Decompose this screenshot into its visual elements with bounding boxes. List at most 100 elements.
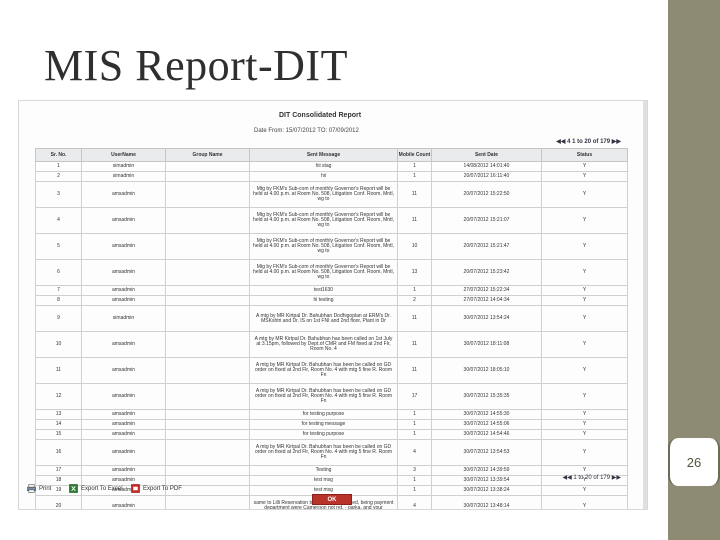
- cell-mobile-count: 1: [397, 475, 432, 486]
- cell-mobile-count: 1: [397, 285, 432, 296]
- cell-username: simadmin: [81, 305, 166, 332]
- export-excel-label: Export To Excel: [81, 485, 123, 492]
- pager-bottom[interactable]: ◀◀ 1 to 20 of 179 ▶▶: [562, 474, 621, 481]
- table-row: 8 amsadmin hi testing 2 27/07/2012 14:04:34 Y: [35, 295, 628, 306]
- cell-status: Y: [541, 439, 628, 466]
- cell-group-name: [165, 207, 250, 234]
- cell-sr-no: 4: [35, 207, 82, 234]
- cell-sr-no: 12: [35, 383, 82, 410]
- table-row: 16 amsadmin A mtg by MR Kirtpal Dr. Bahubh…: [35, 439, 628, 466]
- cell-sent-date: 20/07/2012 16:11:40: [431, 171, 542, 182]
- cell-sent-message: A mtg by MR Kirtpal Dr. Bahubhan has bee…: [249, 357, 398, 384]
- export-pdf-label: Export To PDF: [143, 485, 182, 492]
- printer-icon: [27, 484, 36, 493]
- cell-status: Y: [541, 295, 628, 306]
- cell-mobile-count: 1: [397, 485, 432, 496]
- cell-username: amsadmin: [81, 181, 166, 208]
- next-page-icon[interactable]: ▶▶: [612, 475, 621, 481]
- cell-mobile-count: 1: [397, 161, 432, 172]
- cell-status: Y: [541, 495, 628, 509]
- cell-username: amsadmin: [81, 233, 166, 260]
- first-page-icon[interactable]: ◀◀: [562, 475, 571, 481]
- cell-username: amsadmin: [81, 207, 166, 234]
- cell-username: simadmin: [81, 171, 166, 182]
- column-header[interactable]: Sent Date: [431, 148, 542, 162]
- table-row: 14 amsadmin for testing message 1 30/07/2012…: [35, 419, 628, 430]
- pager-bottom-label: 1 to 20 of 179: [573, 475, 611, 481]
- vertical-scrollbar[interactable]: [643, 101, 647, 509]
- table-row: 12 amsadmin A mtg by MR Kirtpal Dr. Bahubh…: [35, 383, 628, 410]
- cell-mobile-count: 1: [397, 419, 432, 430]
- cell-username: amsadmin: [81, 383, 166, 410]
- table-row: 4 amsadmin Mtg by FKM's Sub-com of monthly…: [35, 207, 628, 234]
- cell-group-name: [165, 305, 250, 332]
- cell-sr-no: 7: [35, 285, 82, 296]
- cell-sent-date: 30/07/2012 13:38:24: [431, 485, 542, 496]
- cell-sent-date: 30/07/2012 13:54:24: [431, 305, 542, 332]
- cell-username: amsadmin: [81, 285, 166, 296]
- cell-sr-no: 1: [35, 161, 82, 172]
- cell-sr-no: 9: [35, 305, 82, 332]
- cell-group-name: [165, 295, 250, 306]
- cell-mobile-count: 4: [397, 439, 432, 466]
- column-header[interactable]: UserName: [81, 148, 166, 162]
- cell-username: amsadmin: [81, 495, 166, 509]
- cell-sent-date: 20/07/2012 15:21:47: [431, 233, 542, 260]
- cell-mobile-count: 2: [397, 295, 432, 306]
- column-header[interactable]: Status: [541, 148, 628, 162]
- table-header-row: Sr. No. UserName Group Name Sent Message…: [35, 148, 628, 162]
- cell-sr-no: 17: [35, 465, 82, 476]
- column-header[interactable]: Group Name: [165, 148, 250, 162]
- cell-group-name: [165, 409, 250, 420]
- cell-sr-no: 15: [35, 429, 82, 440]
- ok-button[interactable]: OK: [312, 494, 352, 505]
- table-row: 6 amsadmin Mtg by FKM's Sub-com of monthly…: [35, 259, 628, 286]
- cell-sent-message: for testing purpose: [249, 429, 398, 440]
- cell-username: amsadmin: [81, 429, 166, 440]
- cell-status: Y: [541, 181, 628, 208]
- cell-mobile-count: 4: [397, 495, 432, 509]
- cell-sr-no: 13: [35, 409, 82, 420]
- export-excel-button[interactable]: Export To Excel: [69, 484, 123, 493]
- cell-sent-message: for testing purpose: [249, 409, 398, 420]
- cell-username: amsadmin: [81, 419, 166, 430]
- pager-top[interactable]: ◀◀ 4 1 to 20 of 179 ▶▶: [556, 138, 621, 145]
- print-button[interactable]: Print: [27, 484, 51, 493]
- cell-sent-date: 30/07/2012 15:35:35: [431, 383, 542, 410]
- cell-username: amsadmin: [81, 409, 166, 420]
- cell-sent-date: 27/07/2012 14:04:34: [431, 295, 542, 306]
- cell-group-name: [165, 495, 250, 509]
- cell-username: amsadmin: [81, 259, 166, 286]
- cell-sent-message: Testing: [249, 465, 398, 476]
- cell-sent-date: 30/07/2012 18:11:08: [431, 331, 542, 358]
- cell-sent-date: 30/07/2012 18:05:10: [431, 357, 542, 384]
- cell-group-name: [165, 439, 250, 466]
- cell-group-name: [165, 233, 250, 260]
- cell-sr-no: 16: [35, 439, 82, 466]
- cell-username: amsadmin: [81, 439, 166, 466]
- cell-mobile-count: 1: [397, 409, 432, 420]
- cell-mobile-count: 11: [397, 305, 432, 332]
- first-page-icon[interactable]: ◀◀: [556, 139, 565, 145]
- cell-sr-no: 6: [35, 259, 82, 286]
- cell-sent-message: hi testing: [249, 295, 398, 306]
- cell-status: Y: [541, 285, 628, 296]
- cell-status: Y: [541, 233, 628, 260]
- cell-sent-message: hii stag: [249, 161, 398, 172]
- cell-sent-date: 30/07/2012 14:54:46: [431, 429, 542, 440]
- cell-status: Y: [541, 357, 628, 384]
- cell-mobile-count: 13: [397, 259, 432, 286]
- cell-group-name: [165, 161, 250, 172]
- pager-top-label: 4 1 to 20 of 179: [567, 139, 611, 145]
- cell-sent-message: A mtg by MR Kirtpal Dr. Bahubhan Dodhigo…: [249, 305, 398, 332]
- table-row: 15 amsadmin for testing purpose 1 30/07/2012…: [35, 429, 628, 440]
- cell-sent-message: A mtg by MR Kirtpal Dr. Bahubhan has bee…: [249, 331, 398, 358]
- column-header[interactable]: Sent Message: [249, 148, 398, 162]
- cell-sr-no: 5: [35, 233, 82, 260]
- print-label: Print: [39, 485, 52, 492]
- column-header[interactable]: Mobile Count: [397, 148, 432, 162]
- cell-mobile-count: 1: [397, 429, 432, 440]
- column-header[interactable]: Sr. No.: [35, 148, 82, 162]
- export-pdf-button[interactable]: Export To PDF: [131, 484, 182, 493]
- next-page-icon[interactable]: ▶▶: [612, 139, 621, 145]
